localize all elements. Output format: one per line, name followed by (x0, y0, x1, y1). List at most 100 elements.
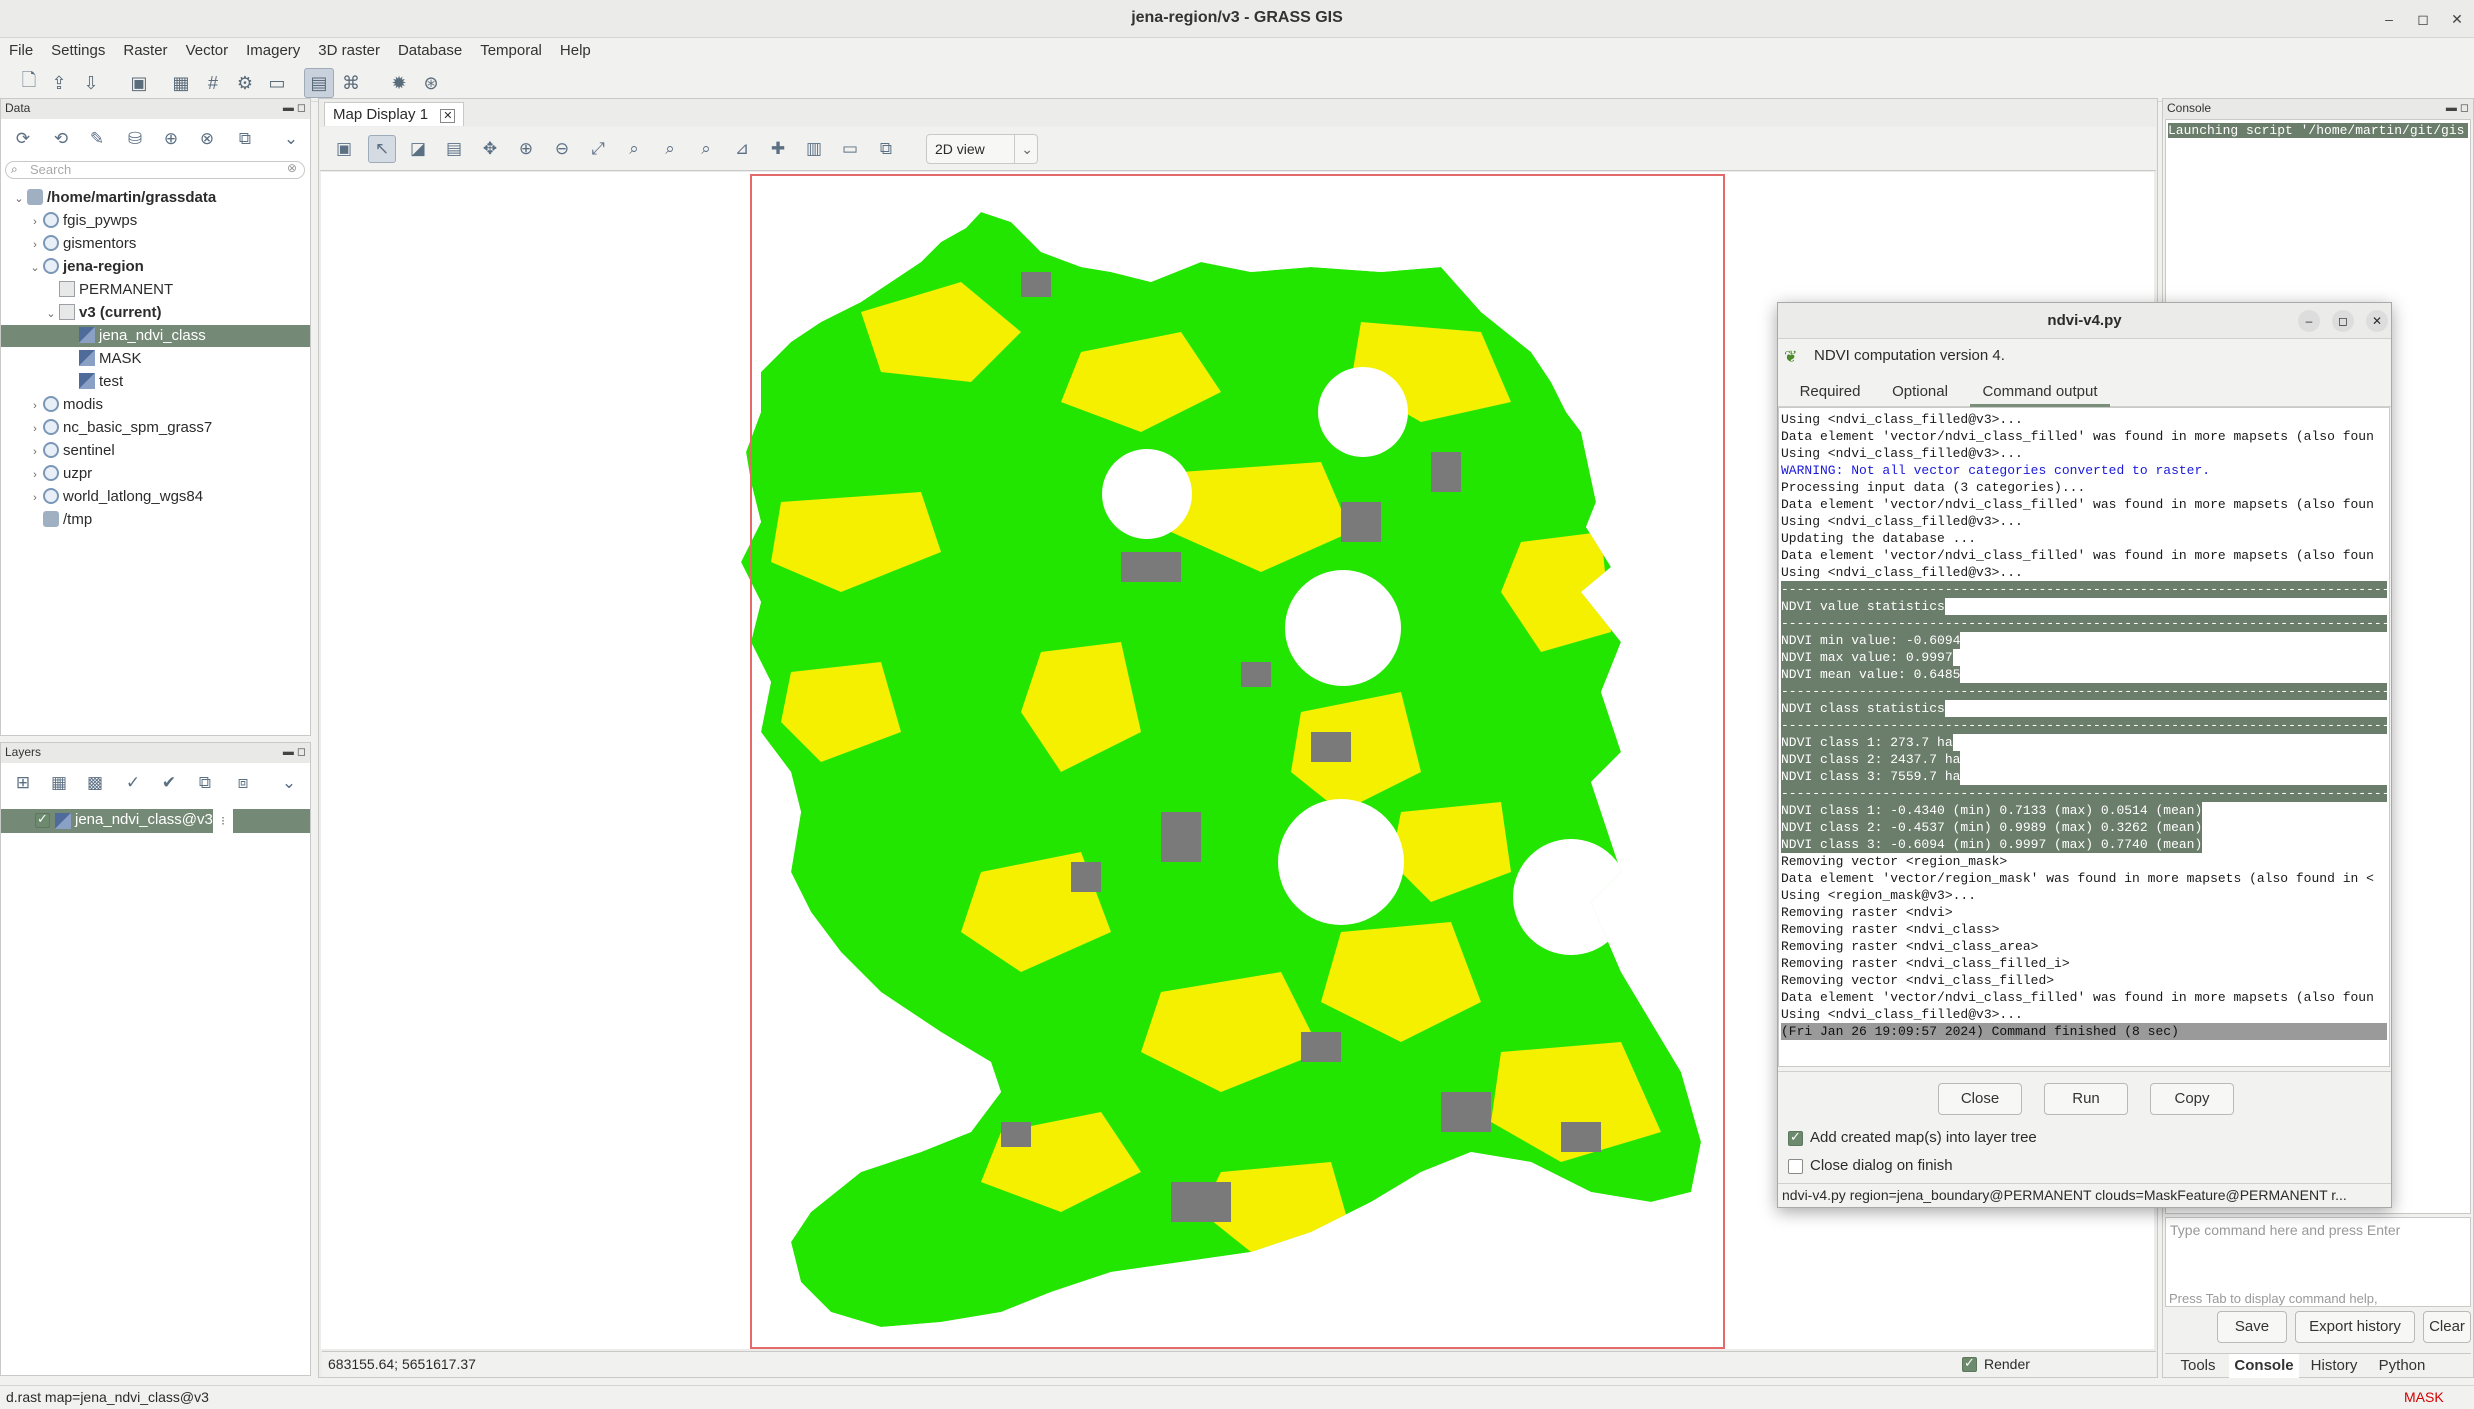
tree-item-v3-current[interactable]: ⌄ v3 (current) (43, 302, 162, 324)
zoom-menu-icon[interactable]: ⌕ (692, 135, 720, 163)
select-icon[interactable]: ◪ (404, 135, 432, 163)
print-icon[interactable]: ⧉ (872, 135, 900, 163)
chevron-down-icon[interactable]: ⌄ (1014, 135, 1033, 163)
tree-item-world-latlong[interactable]: › world_latlong_wgs84 (27, 486, 203, 508)
add-maps-checkbox[interactable] (1788, 1129, 1803, 1146)
add-mapset-icon[interactable]: ⧉ (231, 125, 259, 153)
chevron-right-icon[interactable]: › (27, 441, 43, 463)
close-tab-icon[interactable]: ✕ (440, 109, 456, 123)
menu-vector[interactable]: Vector (177, 38, 238, 59)
tree-item-grassdata[interactable]: ⌄/home/martin/grassdata (11, 187, 216, 209)
chevron-right-icon[interactable]: › (27, 234, 43, 256)
menu-database[interactable]: Database (389, 38, 471, 59)
chevron-down-icon[interactable]: ⌄ (27, 257, 43, 279)
render-map-icon[interactable]: ▣ (330, 135, 358, 163)
tab-tools[interactable]: Tools (2169, 1354, 2227, 1378)
menu-imagery[interactable]: Imagery (237, 38, 309, 59)
mask-indicator[interactable]: MASK (2404, 1389, 2444, 1405)
switch-mapset-icon[interactable]: ⟲ (47, 125, 75, 153)
add-map-layers-icon[interactable]: ⊞ (9, 769, 37, 797)
tree-item-tmp[interactable]: /tmp (27, 509, 92, 531)
add-vector-misc-icon[interactable]: ✔ (155, 769, 183, 797)
tree-item-jena-region[interactable]: ⌄ jena-region (27, 256, 144, 278)
search-input[interactable]: Search (5, 161, 305, 179)
add-location-icon[interactable]: ⊕ (157, 125, 185, 153)
panel-controls-icon[interactable]: ▬ ◻ (2446, 101, 2469, 114)
edit-icon[interactable]: ✎ (83, 125, 111, 153)
tree-item-jena-ndvi-class[interactable]: jena_ndvi_class (79, 325, 206, 347)
tab-python[interactable]: Python (2369, 1354, 2435, 1378)
render-checkbox[interactable] (1962, 1355, 1977, 1372)
tab-map-display-1[interactable]: Map Display 1 ✕ (324, 102, 465, 126)
layer-row[interactable]: jena_ndvi_class@v3 ⁝ (1, 809, 310, 833)
zoom-in-icon[interactable]: ⊕ (512, 135, 540, 163)
tree-item-fgis-pywps[interactable]: › fgis_pywps (27, 210, 137, 232)
zoom-options-icon[interactable]: ⌕ (656, 135, 684, 163)
run-button[interactable]: Run (2044, 1083, 2128, 1115)
grid-icon[interactable]: # (198, 68, 228, 98)
query-icon[interactable]: ▤ (440, 135, 468, 163)
zoom-back-icon[interactable]: ⌕ (620, 135, 648, 163)
pointer-icon[interactable]: ↖ (368, 135, 396, 163)
chevron-right-icon[interactable]: › (27, 487, 43, 509)
menu-settings[interactable]: Settings (42, 38, 114, 59)
new-map-display-icon[interactable]: ▣ (124, 68, 154, 98)
copy-button[interactable]: Copy (2150, 1083, 2234, 1115)
add-group-icon[interactable]: ⧉ (191, 769, 219, 797)
help-icon[interactable]: ⊛ (416, 68, 446, 98)
tree-item-gismentors[interactable]: › gismentors (27, 233, 136, 255)
chevron-right-icon[interactable]: › (27, 464, 43, 486)
analyze-icon[interactable]: ⊿ (728, 135, 756, 163)
python-icon[interactable]: ⌘ (336, 68, 366, 98)
reload-icon[interactable]: ⟳ (9, 125, 37, 153)
menu-temporal[interactable]: Temporal (471, 38, 551, 59)
tab-history[interactable]: History (2301, 1354, 2367, 1378)
chevron-right-icon[interactable]: › (27, 395, 43, 417)
chevron-down-icon[interactable]: ⌄ (11, 188, 27, 210)
minimize-icon[interactable]: – (2376, 6, 2402, 32)
add-grassdb-icon[interactable]: ⛁ (121, 125, 149, 153)
pan-icon[interactable]: ✥ (476, 135, 504, 163)
overlay-icon[interactable]: ✚ (764, 135, 792, 163)
add-raster-misc-icon[interactable]: ▩ (81, 769, 109, 797)
close-icon[interactable]: ✕ (2444, 6, 2470, 32)
tree-item-mask[interactable]: MASK (79, 348, 142, 370)
clear-search-icon[interactable]: ⊗ (287, 161, 297, 175)
layer-opacity-icon[interactable]: ⁝ (213, 809, 233, 833)
decorations-icon[interactable]: ▥ (800, 135, 828, 163)
tree-item-nc-basic[interactable]: › nc_basic_spm_grass7 (27, 417, 212, 439)
modeler-icon[interactable]: ⚙ (230, 68, 260, 98)
menu-3d-raster[interactable]: 3D raster (309, 38, 389, 59)
show-layout-icon[interactable]: ▤ (304, 68, 334, 98)
zoom-extent-icon[interactable]: ⤢ (584, 135, 612, 163)
tree-item-uzpr[interactable]: › uzpr (27, 463, 92, 485)
add-overlay-icon[interactable]: ⧈ (229, 769, 257, 797)
export-history-button[interactable]: Export history (2295, 1311, 2415, 1343)
settings-icon[interactable]: ✹ (384, 68, 414, 98)
chevron-down-icon[interactable]: ⌄ (277, 125, 305, 153)
layer-visibility-checkbox[interactable] (35, 811, 50, 828)
panel-controls-icon[interactable]: ▬ ◻ (283, 101, 306, 114)
close-on-finish-checkbox[interactable] (1788, 1159, 1803, 1174)
save-button[interactable]: Save (2217, 1311, 2287, 1343)
command-output-area[interactable]: Using <ndvi_class_filled@v3>... Data elem… (1778, 407, 2390, 1067)
save-display-icon[interactable]: ▭ (836, 135, 864, 163)
histogram-icon[interactable]: ▭ (262, 68, 292, 98)
chevron-down-icon[interactable]: ⌄ (43, 303, 59, 325)
add-raster-icon[interactable]: ▦ (45, 769, 73, 797)
save-workspace-icon[interactable]: ⇩ (76, 68, 106, 98)
download-location-icon[interactable]: ⊗ (193, 125, 221, 153)
tree-item-sentinel[interactable]: › sentinel (27, 440, 115, 462)
panel-controls-icon[interactable]: ▬ ◻ (283, 745, 306, 758)
add-vector-icon[interactable]: ✓ (119, 769, 147, 797)
chevron-down-icon[interactable]: ⌄ (275, 769, 303, 797)
menu-help[interactable]: Help (551, 38, 600, 59)
clear-button[interactable]: Clear (2423, 1311, 2471, 1343)
new-workspace-icon[interactable]: 🗋 (14, 68, 44, 98)
tree-item-test[interactable]: test (79, 371, 123, 393)
tree-item-permanent[interactable]: PERMANENT (59, 279, 173, 301)
georectifier-icon[interactable]: ▦ (166, 68, 196, 98)
menu-raster[interactable]: Raster (114, 38, 176, 59)
maximize-icon[interactable]: ◻ (2410, 6, 2436, 32)
tab-console[interactable]: Console (2229, 1354, 2299, 1378)
